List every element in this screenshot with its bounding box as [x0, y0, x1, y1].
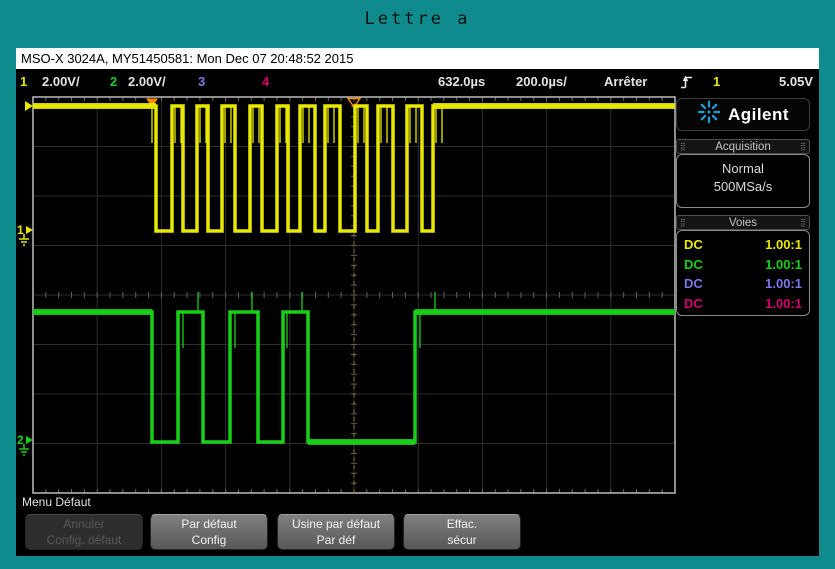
voies-header[interactable]: ⣿ Voies ⣿: [676, 215, 810, 230]
screenshot-canvas: Lettre a MSO-X 3024A, MY51450581: Mon De…: [0, 0, 835, 569]
softkey-usine-par-defaut[interactable]: Usine par défaut Par déf: [277, 514, 395, 550]
svg-text:1: 1: [17, 223, 24, 237]
scope-screen: MSO-X 3024A, MY51450581: Mon Dec 07 20:4…: [16, 48, 819, 556]
acquisition-title: Acquisition: [715, 140, 771, 153]
grip-dots-icon: ⣿: [800, 217, 806, 227]
probe-3: 1.00:1: [765, 276, 802, 291]
brand-name: Agilent: [727, 104, 790, 124]
brand-box: Agilent: [676, 98, 810, 131]
probe-4: 1.00:1: [765, 295, 802, 311]
grip-dots-icon: ⣿: [800, 141, 806, 151]
softkey-par-defaut-config[interactable]: Par défaut Config: [150, 514, 268, 550]
sample-rate: 500MSa/s: [713, 179, 773, 194]
voies-row-3: DC 1.00:1: [684, 274, 802, 294]
softkey-effac-secur[interactable]: Effac. sécur: [403, 514, 521, 550]
grip-dots-icon: ⣿: [680, 141, 686, 151]
grip-dots-icon: ⣿: [680, 217, 686, 227]
svg-text:2: 2: [17, 433, 24, 447]
voies-box: DC 1.00:1 DC 1.00:1 DC 1.00:1 DC 1.00:1: [676, 230, 810, 316]
voies-row-4: DC 1.00:1: [684, 294, 802, 314]
acquisition-box: Normal 500MSa/s: [676, 154, 810, 208]
softkey-annuler-config[interactable]: Annuler Config. défaut: [25, 514, 143, 550]
menu-label: Menu Défaut: [22, 495, 91, 509]
coupling-2: DC: [684, 256, 703, 272]
acquisition-header[interactable]: ⣿ Acquisition ⣿: [676, 139, 810, 154]
page-title: Lettre a: [364, 9, 471, 29]
agilent-logo-icon: [697, 100, 721, 129]
probe-1: 1.00:1: [765, 237, 802, 252]
voies-row-1: DC 1.00:1: [684, 235, 802, 255]
voies-title: Voies: [728, 216, 758, 229]
probe-2: 1.00:1: [765, 256, 802, 272]
acquisition-mode: Normal: [722, 161, 764, 176]
coupling-3: DC: [684, 276, 703, 291]
voies-row-2: DC 1.00:1: [684, 255, 802, 275]
coupling-4: DC: [684, 295, 703, 311]
coupling-1: DC: [684, 237, 703, 252]
